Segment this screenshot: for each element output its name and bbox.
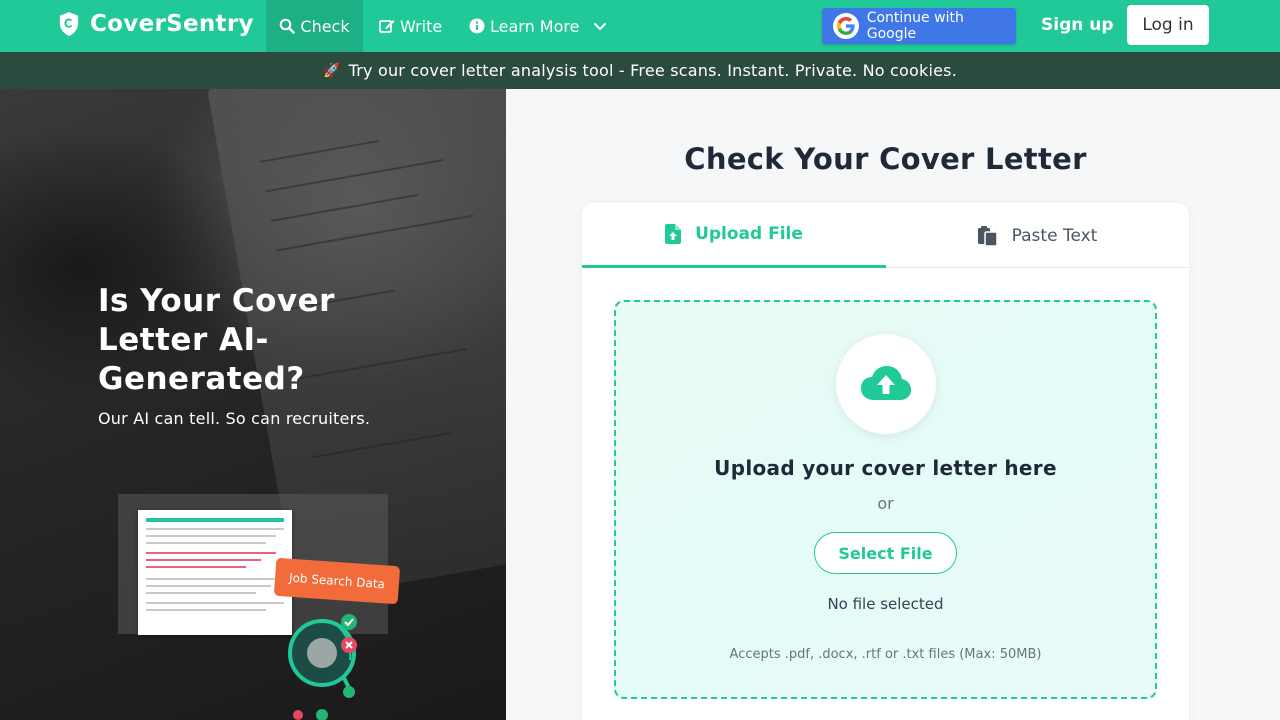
file-upload-icon (665, 224, 682, 244)
continue-with-google-button[interactable]: Continue with Google (822, 8, 1016, 44)
nav-write-label: Write (400, 16, 443, 36)
accepted-formats-text: Accepts .pdf, .docx, .rtf or .txt files … (729, 647, 1042, 662)
tab-upload-file[interactable]: Upload File (582, 203, 886, 268)
tab-paste-text-label: Paste Text (1011, 225, 1098, 246)
rocket-icon: 🚀 (322, 62, 341, 79)
nav-write-link[interactable]: Write (379, 0, 442, 52)
select-file-button[interactable]: Select File (814, 532, 957, 574)
google-button-label: Continue with Google (866, 10, 964, 42)
shield-icon (59, 12, 79, 36)
edit-icon (379, 20, 395, 33)
nav-check-label: Check (300, 16, 350, 36)
cloud-upload-icon (861, 366, 911, 400)
google-icon (833, 13, 859, 39)
hero-subtitle: Our AI can tell. So can recruiters. (98, 409, 371, 428)
nav-learn-more-label: Learn More (490, 16, 580, 36)
input-mode-tabs: Upload File Paste Text (582, 203, 1189, 268)
file-status-text: No file selected (827, 595, 944, 613)
clipboard-icon (977, 225, 998, 246)
top-navbar: CoverSentry Check Write Learn More Conti… (0, 0, 1280, 52)
announcement-bar: 🚀 Try our cover letter analysis tool - F… (0, 52, 1280, 89)
log-in-button[interactable]: Log in (1127, 5, 1209, 45)
tab-upload-file-label: Upload File (695, 224, 803, 244)
brand-logo[interactable]: CoverSentry (58, 11, 254, 37)
dropzone-or-text: or (877, 494, 894, 513)
announcement-text: Try our cover letter analysis tool - Fre… (348, 61, 958, 80)
hero-title: Is Your Cover Letter AI-Generated? (98, 283, 335, 397)
chevron-down-icon (594, 23, 607, 30)
search-icon (280, 18, 296, 34)
dropzone-title: Upload your cover letter here (714, 456, 1057, 480)
document-illustration (138, 510, 292, 635)
brand-name: CoverSentry (90, 11, 254, 37)
nav-learn-more-dropdown[interactable]: Learn More (469, 0, 610, 52)
nav-check-link[interactable]: Check (266, 0, 363, 52)
upload-icon-circle (836, 334, 936, 434)
magnifier-icon (288, 614, 357, 720)
sign-up-link[interactable]: Sign up (1041, 15, 1114, 35)
tab-paste-text[interactable]: Paste Text (886, 203, 1189, 268)
info-icon (469, 18, 485, 34)
checker-title: Check Your Cover Letter (684, 142, 1087, 176)
